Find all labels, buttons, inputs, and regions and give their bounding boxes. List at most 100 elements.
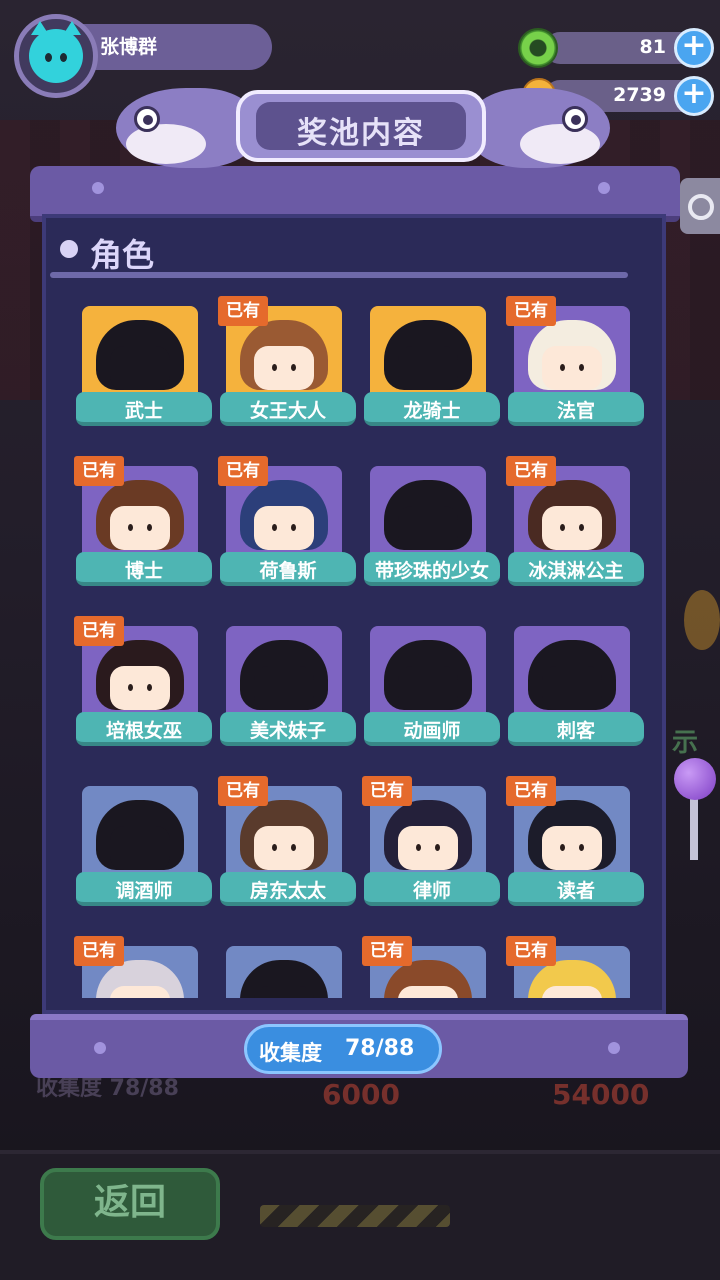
owned-badge: 已有: [506, 936, 556, 966]
card-name-ribbon: 读者: [508, 872, 644, 906]
add-gems-button[interactable]: +: [674, 28, 714, 68]
right-fish-decoration: [470, 88, 610, 168]
character-name: 博士: [124, 560, 163, 582]
background-price-1: 6000: [322, 1078, 400, 1111]
character-card[interactable]: 美术妹子: [218, 606, 362, 756]
character-card[interactable]: 已有法官: [506, 286, 650, 436]
locked-silhouette: [254, 986, 314, 998]
card-name-ribbon: 龙骑士: [364, 392, 500, 426]
page-title: 奖池内容: [297, 116, 425, 151]
character-card[interactable]: 已有律师: [362, 766, 506, 916]
owned-badge: 已有: [218, 456, 268, 486]
card-name-ribbon: 美术妹子: [220, 712, 356, 746]
gem-counter: 81 +: [514, 28, 714, 68]
character-card[interactable]: 带珍珠的少女: [362, 446, 506, 596]
character-face: [254, 826, 314, 870]
character-face: [254, 506, 314, 550]
background-side-text: 示: [672, 728, 699, 758]
character-card[interactable]: 已有读者: [506, 766, 650, 916]
character-face: [542, 506, 602, 550]
player-profile[interactable]: 张博群: [14, 14, 272, 98]
character-card[interactable]: 已有女王大人: [218, 286, 362, 436]
character-card[interactable]: 已有: [362, 926, 506, 998]
joystick-ball[interactable]: [674, 758, 716, 800]
card-name-ribbon: 法官: [508, 392, 644, 426]
card-name-ribbon: 动画师: [364, 712, 500, 746]
character-name: 读者: [556, 880, 595, 902]
character-card[interactable]: 已有: [74, 926, 218, 998]
character-name: 动画师: [403, 720, 461, 742]
owned-badge: 已有: [506, 776, 556, 806]
collection-progress: 收集度 78/88: [244, 1024, 442, 1074]
character-card[interactable]: 龙骑士: [362, 286, 506, 436]
card-name-ribbon: 女王大人: [220, 392, 356, 426]
card-name-ribbon: 武士: [76, 392, 212, 426]
owned-badge: 已有: [74, 616, 124, 646]
character-card[interactable]: 动画师: [362, 606, 506, 756]
locked-silhouette: [398, 346, 458, 390]
character-face: [398, 986, 458, 998]
character-face: [110, 666, 170, 710]
card-name-ribbon: 培根女巫: [76, 712, 212, 746]
character-card[interactable]: 已有 冰淇淋公主: [506, 446, 650, 596]
collection-label: 收集度: [259, 1041, 322, 1065]
character-card[interactable]: 已有培根女巫: [74, 606, 218, 756]
section-divider: [50, 272, 628, 278]
character-name: 刺客: [556, 720, 595, 742]
background-orb: [684, 590, 720, 650]
character-name: 荷鲁斯: [259, 560, 317, 582]
character-face: [110, 986, 170, 998]
character-name: 培根女巫: [105, 720, 182, 742]
collection-value: 78/88: [345, 1036, 415, 1061]
character-card[interactable]: 刺客: [506, 606, 650, 756]
avatar[interactable]: [14, 14, 98, 98]
joystick-stick: [690, 790, 698, 860]
character-name: 冰淇淋公主: [528, 560, 624, 582]
card-name-ribbon: 调酒师: [76, 872, 212, 906]
player-name: 张博群: [100, 36, 158, 58]
owned-badge: 已有: [506, 296, 556, 326]
character-face: [254, 346, 314, 390]
character-name: 龙骑士: [403, 400, 461, 422]
character-card[interactable]: 已有: [506, 926, 650, 998]
owned-badge: 已有: [218, 776, 268, 806]
owned-badge: 已有: [74, 936, 124, 966]
left-fish-decoration: [116, 88, 256, 168]
character-card[interactable]: 已有房东太太: [218, 766, 362, 916]
add-coins-button[interactable]: +: [674, 76, 714, 116]
section-bullet: [60, 240, 78, 258]
character-grid[interactable]: 武士 已有 女王大人 龙骑士 已有 法官 已有 博士 已有 荷鲁斯 带珍珠的少女 已有 冰淇淋公主 已有培…: [50, 286, 660, 998]
card-name-ribbon: 博士: [76, 552, 212, 586]
card-name-ribbon: 冰淇淋公主: [508, 552, 644, 586]
back-button[interactable]: 返回: [40, 1168, 220, 1240]
character-card[interactable]: [218, 926, 362, 998]
locked-silhouette: [398, 666, 458, 710]
character-card[interactable]: 已有荷鲁斯: [218, 446, 362, 596]
owned-badge: 已有: [362, 936, 412, 966]
character-card[interactable]: 武士: [74, 286, 218, 436]
character-card[interactable]: 调酒师: [74, 766, 218, 916]
coin-value: 2739: [613, 84, 666, 106]
character-name: 女王大人: [249, 400, 326, 422]
locked-silhouette: [110, 346, 170, 390]
character-name: 房东太太: [249, 880, 326, 902]
character-face: [542, 826, 602, 870]
side-clip-tab[interactable]: [680, 178, 720, 234]
owned-badge: 已有: [362, 776, 412, 806]
character-name: 法官: [556, 400, 595, 422]
character-card[interactable]: 已有 博士: [74, 446, 218, 596]
card-name-ribbon: 刺客: [508, 712, 644, 746]
green-gem-icon: [518, 28, 558, 68]
cat-avatar-icon: [29, 21, 83, 83]
character-face: [542, 346, 602, 390]
banner-title-box: 奖池内容: [236, 90, 486, 162]
locked-silhouette: [110, 826, 170, 870]
card-name-ribbon: 荷鲁斯: [220, 552, 356, 586]
section-title: 角色: [90, 236, 155, 274]
character-name: 带珍珠的少女: [374, 560, 489, 582]
locked-silhouette: [398, 506, 458, 550]
character-face: [542, 986, 602, 998]
owned-badge: 已有: [218, 296, 268, 326]
character-name: 律师: [412, 880, 451, 902]
card-name-ribbon: 带珍珠的少女: [364, 552, 500, 586]
